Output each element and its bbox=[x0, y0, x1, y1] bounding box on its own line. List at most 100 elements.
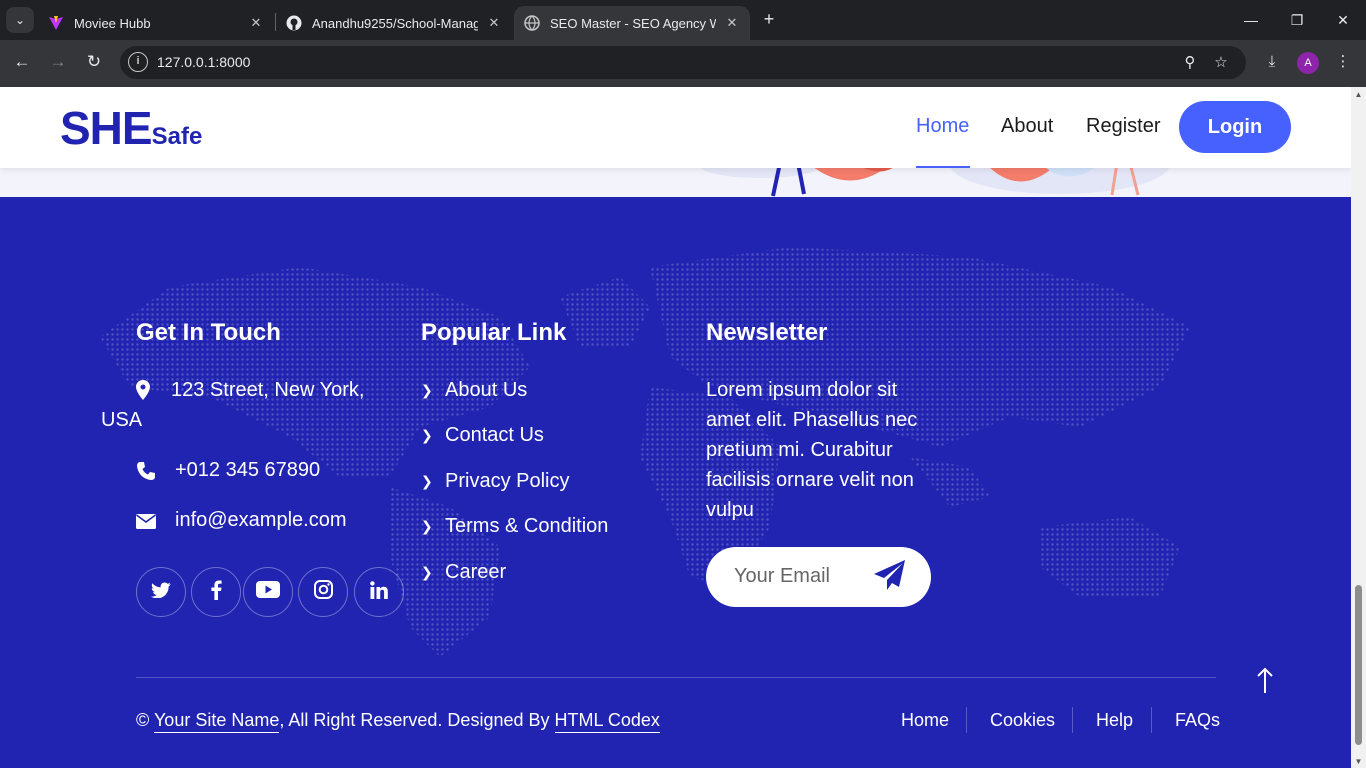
newsletter-title: Newsletter bbox=[706, 319, 828, 346]
page-scrollbar[interactable]: ▲ ▼ bbox=[1351, 87, 1366, 768]
footer-link-label: Terms & Condition bbox=[445, 515, 609, 537]
close-icon[interactable]: ✕ bbox=[486, 15, 502, 31]
more-menu-icon[interactable]: ⋮ bbox=[1332, 51, 1354, 73]
nav-active-underline bbox=[916, 166, 970, 168]
phone-icon bbox=[136, 461, 156, 481]
scroll-up-arrow-icon[interactable]: ▲ bbox=[1354, 90, 1363, 99]
popular-link-title: Popular Link bbox=[421, 319, 567, 346]
youtube-button[interactable] bbox=[243, 567, 293, 617]
get-in-touch-title: Get In Touch bbox=[136, 319, 281, 346]
copyright-middle: , All Right Reserved. Designed By bbox=[279, 710, 550, 730]
browser-toolbar: ← → ↻ i 127.0.0.1:8000 ⚲ ☆ ⤓ A ⋮ bbox=[0, 40, 1366, 87]
copyright-text: © Your Site Name, All Right Reserved. De… bbox=[136, 710, 660, 733]
tab-title: Anandhu9255/School-Managem bbox=[312, 15, 478, 31]
facebook-button[interactable] bbox=[191, 567, 241, 617]
footer-link-about-us[interactable]: ❯ About Us bbox=[421, 379, 527, 402]
bookmark-star-icon[interactable]: ☆ bbox=[1210, 52, 1232, 74]
site-info-icon[interactable]: i bbox=[128, 52, 148, 72]
linkedin-icon bbox=[370, 580, 388, 604]
hero-illustration-bottom bbox=[0, 168, 1351, 197]
nav-register[interactable]: Register bbox=[1086, 115, 1160, 138]
back-arrow-icon[interactable]: ← bbox=[10, 50, 34, 74]
contact-email: info@example.com bbox=[175, 509, 347, 531]
tab-search-button[interactable]: ⌄ bbox=[6, 7, 34, 33]
minimize-icon[interactable]: — bbox=[1231, 8, 1271, 32]
footer-link-label: Contact Us bbox=[445, 424, 544, 446]
brand-sub: Safe bbox=[151, 123, 203, 150]
address-line2: USA bbox=[101, 409, 143, 431]
footer-bottom-faqs[interactable]: FAQs bbox=[1175, 710, 1220, 731]
close-icon[interactable]: ✕ bbox=[724, 15, 740, 31]
tab-title: SEO Master - SEO Agency Webs bbox=[550, 15, 716, 31]
browser-tab-bar: ⌄ Moviee Hubb ✕ Anandhu9255/School-Manag… bbox=[0, 0, 1366, 40]
designer-link[interactable]: HTML Codex bbox=[554, 710, 660, 733]
footer-link-separator bbox=[1151, 707, 1152, 733]
chevron-right-icon: ❯ bbox=[421, 518, 433, 534]
paper-plane-icon bbox=[874, 560, 905, 590]
footer-link-label: Career bbox=[445, 561, 507, 583]
newsletter-send-button[interactable] bbox=[871, 557, 911, 597]
chevron-down-icon: ⌄ bbox=[14, 13, 26, 27]
page-viewport: SHESafe Home About Register Login Get In… bbox=[0, 87, 1351, 768]
contact-phone: +012 345 67890 bbox=[175, 459, 321, 481]
newsletter-description: Lorem ipsum dolor sit amet elit. Phasell… bbox=[706, 379, 918, 521]
envelope-icon bbox=[136, 513, 156, 533]
nav-home[interactable]: Home bbox=[916, 115, 969, 138]
browser-tab[interactable]: Anandhu9255/School-Managem ✕ bbox=[276, 6, 512, 40]
globe-icon bbox=[524, 15, 540, 31]
reload-icon[interactable]: ↻ bbox=[82, 50, 106, 74]
brand-main: SHE bbox=[60, 102, 153, 154]
chevron-right-icon: ❯ bbox=[421, 473, 433, 489]
instagram-icon bbox=[313, 580, 333, 604]
nav-about[interactable]: About bbox=[1001, 115, 1053, 138]
footer-divider bbox=[136, 677, 1216, 678]
profile-avatar[interactable]: A bbox=[1297, 52, 1319, 74]
linkedin-button[interactable] bbox=[354, 567, 404, 617]
github-icon bbox=[286, 15, 302, 31]
site-navbar: SHESafe Home About Register Login bbox=[0, 87, 1351, 168]
footer-link-terms[interactable]: ❯ Terms & Condition bbox=[421, 515, 608, 538]
browser-tab[interactable]: Moviee Hubb ✕ bbox=[38, 6, 274, 40]
footer-link-contact-us[interactable]: ❯ Contact Us bbox=[421, 424, 544, 447]
site-footer: Get In Touch 123 Street, New York, USA +… bbox=[0, 197, 1351, 768]
chevron-right-icon: ❯ bbox=[421, 382, 433, 398]
footer-bottom-help[interactable]: Help bbox=[1096, 710, 1133, 731]
scrollbar-thumb[interactable] bbox=[1355, 585, 1362, 745]
footer-link-privacy-policy[interactable]: ❯ Privacy Policy bbox=[421, 470, 569, 493]
chevron-right-icon: ❯ bbox=[421, 427, 433, 443]
twitter-button[interactable] bbox=[136, 567, 186, 617]
window-close-icon[interactable]: ✕ bbox=[1323, 8, 1363, 32]
tab-title: Moviee Hubb bbox=[74, 15, 151, 31]
close-icon[interactable]: ✕ bbox=[248, 15, 264, 31]
newsletter-email-input[interactable] bbox=[734, 565, 874, 588]
footer-link-career[interactable]: ❯ Career bbox=[421, 561, 506, 584]
brand-logo[interactable]: SHESafe bbox=[60, 101, 202, 155]
forward-arrow-icon[interactable]: → bbox=[46, 50, 70, 74]
site-name-link[interactable]: Your Site Name bbox=[153, 710, 280, 733]
facebook-icon bbox=[210, 580, 222, 605]
address-line1: 123 Street, New York, bbox=[171, 379, 365, 401]
restore-icon[interactable]: ❐ bbox=[1277, 8, 1317, 32]
footer-link-label: About Us bbox=[445, 379, 528, 401]
footer-bottom-home[interactable]: Home bbox=[901, 710, 949, 731]
zoom-icon[interactable]: ⚲ bbox=[1179, 52, 1201, 74]
twitter-icon bbox=[151, 582, 171, 603]
vite-logo-icon bbox=[48, 15, 64, 31]
url-text: 127.0.0.1:8000 bbox=[157, 54, 251, 70]
scroll-down-arrow-icon[interactable]: ▼ bbox=[1354, 757, 1363, 766]
footer-bottom-cookies[interactable]: Cookies bbox=[990, 710, 1055, 731]
back-to-top-arrow-icon[interactable] bbox=[1252, 667, 1278, 697]
download-icon[interactable]: ⤓ bbox=[1261, 51, 1283, 73]
login-button[interactable]: Login bbox=[1179, 101, 1291, 153]
footer-link-label: Privacy Policy bbox=[445, 470, 570, 492]
contact-address: 123 Street, New York, USA bbox=[101, 375, 396, 435]
footer-link-separator bbox=[966, 707, 967, 733]
footer-link-separator bbox=[1072, 707, 1073, 733]
browser-tab-active[interactable]: SEO Master - SEO Agency Webs ✕ bbox=[514, 6, 750, 40]
newsletter-form bbox=[706, 547, 931, 607]
new-tab-plus-icon[interactable]: + bbox=[758, 8, 780, 30]
chevron-right-icon: ❯ bbox=[421, 564, 433, 580]
address-bar[interactable]: i 127.0.0.1:8000 ⚲ ☆ bbox=[120, 46, 1246, 79]
instagram-button[interactable] bbox=[298, 567, 348, 617]
youtube-icon bbox=[256, 581, 280, 603]
